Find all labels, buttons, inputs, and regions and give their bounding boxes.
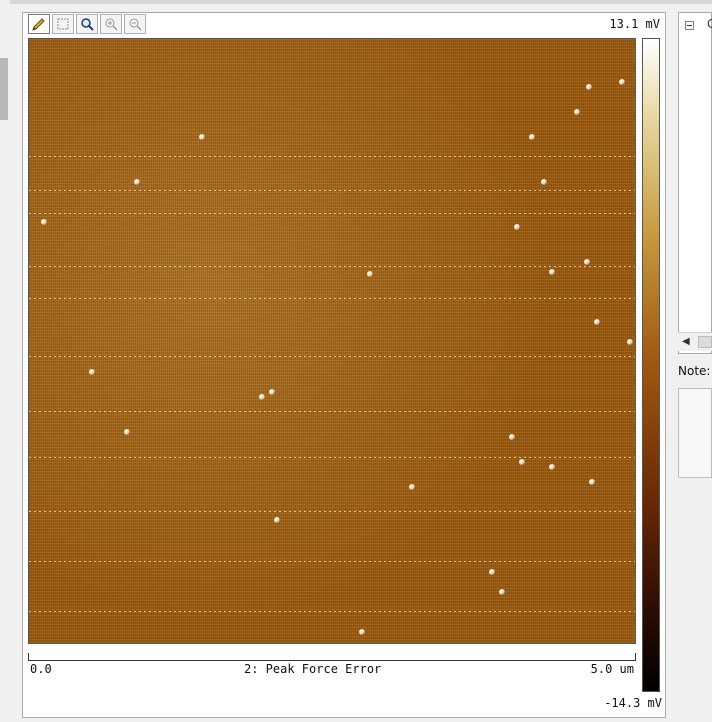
surface-particle — [529, 134, 535, 140]
color-scale-min-label: -14.3 mV — [604, 696, 662, 710]
surface-particle — [594, 319, 600, 325]
horizontal-scrollbar[interactable]: ◀ — [678, 332, 712, 351]
channel-name-label: 2: Peak Force Error — [244, 662, 382, 676]
surface-particle — [274, 517, 280, 523]
surface-particle — [509, 434, 515, 440]
surface-particle — [549, 464, 555, 470]
x-axis-end-label: 5.0 um — [590, 662, 634, 676]
surface-particle — [489, 569, 495, 575]
scan-line-artifact — [29, 190, 635, 191]
zoom-out-icon — [129, 18, 142, 31]
surface-particle — [359, 629, 365, 635]
left-edge-strip — [0, 58, 8, 120]
tree-item-label[interactable]: C — [707, 17, 712, 31]
surface-particle — [134, 179, 140, 185]
scan-line-artifact — [29, 511, 635, 512]
surface-particle — [584, 259, 590, 265]
surface-particle — [199, 134, 205, 140]
scan-line-artifact — [29, 561, 635, 562]
surface-particle — [409, 484, 415, 490]
note-textarea[interactable] — [678, 388, 712, 478]
image-toolbar — [28, 14, 146, 36]
surface-particle — [514, 224, 520, 230]
left-edge-panel — [0, 0, 10, 722]
scan-line-artifact — [29, 356, 635, 357]
x-axis-scale-bar — [28, 653, 636, 661]
surface-particle — [269, 389, 275, 395]
surface-particle — [41, 219, 47, 225]
scan-line-artifact — [29, 156, 635, 157]
select-area-icon — [57, 18, 69, 30]
surface-particle — [89, 369, 95, 375]
tree-collapse-toggle[interactable] — [685, 21, 694, 30]
color-scale-bar — [642, 38, 660, 692]
surface-particle — [619, 79, 625, 85]
zoom-in-tool-button[interactable] — [100, 14, 122, 34]
surface-particle — [259, 394, 265, 400]
note-label: Note: — [678, 364, 711, 378]
pencil-icon — [32, 18, 45, 31]
pencil-tool-button[interactable] — [28, 14, 50, 34]
scan-line-artifact — [29, 266, 635, 267]
window-top-border — [0, 0, 712, 4]
zoom-in-icon — [105, 18, 118, 31]
magnifier-icon — [81, 18, 94, 31]
file-tree-panel: C — [678, 12, 712, 354]
afm-height-image[interactable] — [28, 38, 636, 644]
surface-particle — [499, 589, 505, 595]
surface-particle — [519, 459, 525, 465]
surface-particle — [627, 339, 633, 345]
surface-particle — [586, 84, 592, 90]
scrollbar-thumb[interactable] — [698, 336, 712, 348]
scan-line-artifact — [29, 457, 635, 458]
surface-particle — [574, 109, 580, 115]
color-scale-max-label: 13.1 mV — [609, 17, 660, 31]
surface-particle — [541, 179, 547, 185]
scan-line-artifact — [29, 411, 635, 412]
scan-line-artifact — [29, 213, 635, 214]
magnifier-tool-button[interactable] — [76, 14, 98, 34]
surface-particle — [589, 479, 595, 485]
select-area-tool-button[interactable] — [52, 14, 74, 34]
scan-line-artifact — [29, 298, 635, 299]
scan-line-artifact — [29, 611, 635, 612]
surface-particle — [367, 271, 373, 277]
x-axis-start-label: 0.0 — [30, 662, 52, 676]
scroll-left-arrow-icon[interactable]: ◀ — [682, 336, 690, 347]
surface-particle — [549, 269, 555, 275]
surface-particle — [124, 429, 130, 435]
zoom-out-tool-button[interactable] — [124, 14, 146, 34]
